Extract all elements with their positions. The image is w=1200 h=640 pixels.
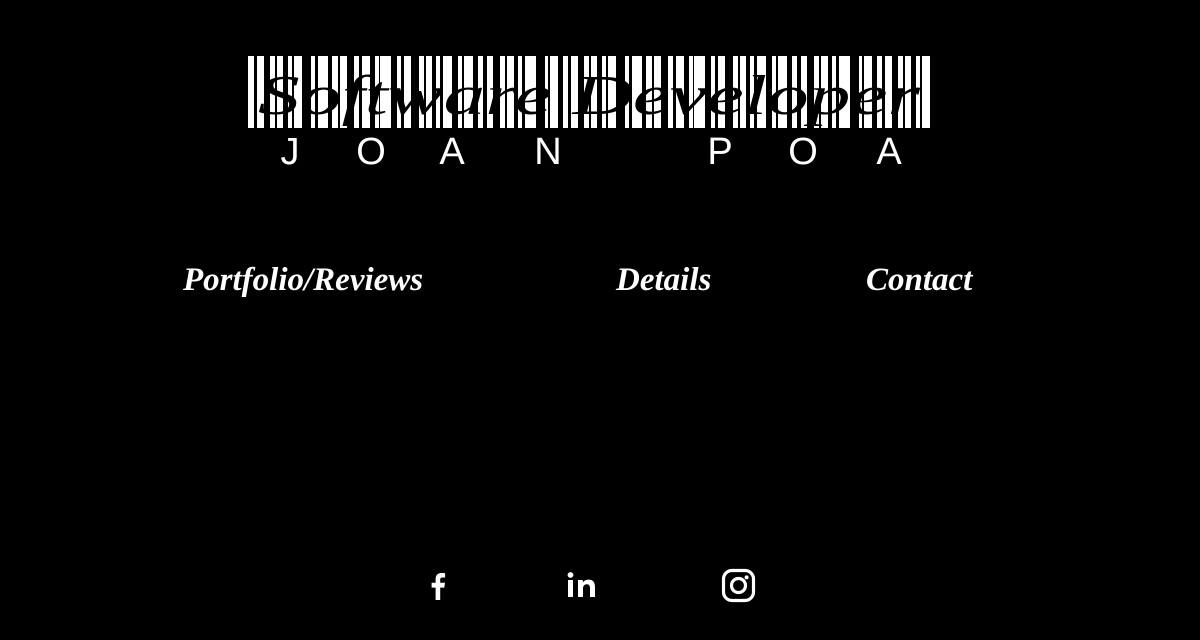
instagram-icon: [721, 568, 756, 603]
name-letter: O: [788, 131, 818, 170]
nav-contact[interactable]: Contact: [866, 258, 972, 302]
name-letter: N: [534, 131, 561, 170]
facebook-link[interactable]: [417, 566, 457, 606]
barcode-logo: Software Developer J O A N P O A: [248, 56, 930, 170]
name-letter: P: [707, 131, 732, 170]
main-nav: Portfolio/Reviews Details Contact: [0, 258, 1200, 308]
instagram-link[interactable]: [719, 566, 759, 606]
facebook-icon: [431, 573, 446, 600]
site-logo[interactable]: Software Developer J O A N P O A: [248, 56, 930, 170]
nav-portfolio-reviews[interactable]: Portfolio/Reviews: [183, 258, 423, 302]
tagline-text: Software Developer: [258, 65, 920, 127]
barcode-bar: [254, 56, 257, 128]
name-letter: O: [356, 131, 386, 170]
name-letter: J: [281, 131, 300, 170]
barcode-bar: [920, 56, 922, 128]
linkedin-icon: [567, 572, 595, 597]
linkedin-link[interactable]: [565, 566, 605, 606]
social-links: [0, 566, 1200, 606]
owner-name: JOANPOA: [281, 131, 903, 170]
name-letter: A: [439, 131, 465, 170]
nav-details[interactable]: Details: [616, 258, 711, 302]
name-letter: A: [876, 131, 902, 170]
